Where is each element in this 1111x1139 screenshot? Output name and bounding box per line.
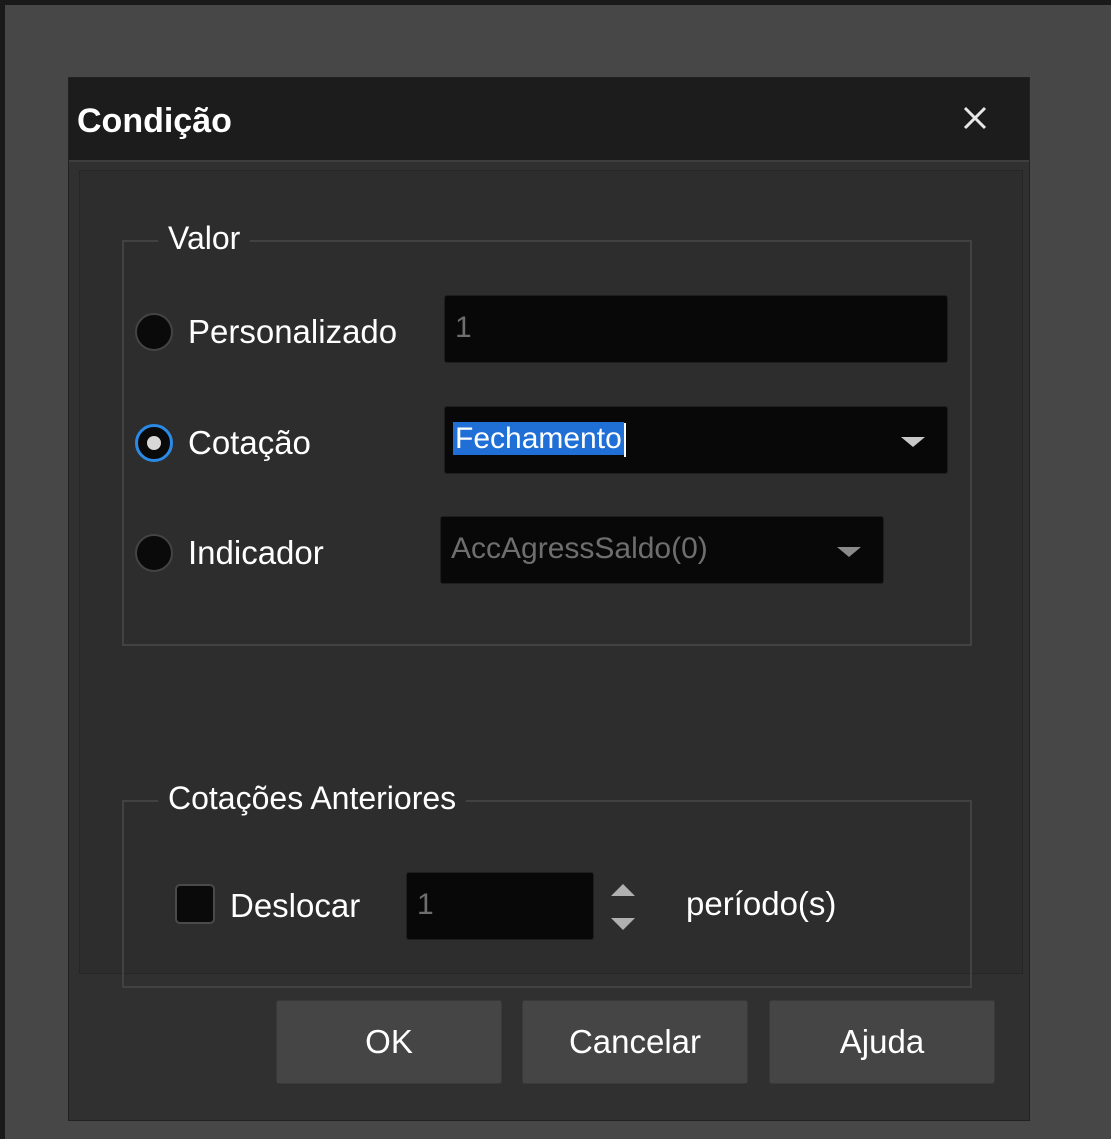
- cancel-button[interactable]: Cancelar: [522, 1000, 748, 1084]
- label-personalizado: Personalizado: [188, 313, 398, 350]
- help-button[interactable]: Ajuda: [769, 1000, 995, 1084]
- deslocar-label: Deslocar: [230, 887, 361, 924]
- valor-legend: Valor: [158, 220, 251, 256]
- periods-spinbox-input[interactable]: 1: [406, 872, 594, 940]
- valor-groupbox: Valor Personalizado 1 Cotação Fechamento…: [122, 220, 972, 646]
- close-button[interactable]: [957, 100, 993, 136]
- chevron-down-icon[interactable]: [837, 547, 861, 557]
- text-caret: [623, 423, 626, 458]
- chevron-down-icon[interactable]: [901, 437, 925, 447]
- periods-value: 1: [417, 888, 434, 921]
- cotacoes-anteriores-legend: Cotações Anteriores: [158, 780, 467, 816]
- condition-dialog: Condição Valor Personalizado 1 Cotação F…: [68, 77, 1030, 1121]
- dialog-title: Condição: [77, 102, 232, 140]
- indicador-select[interactable]: AccAgressSaldo(0): [440, 516, 884, 584]
- radio-personalizado[interactable]: [135, 313, 173, 351]
- spin-up-icon[interactable]: [611, 884, 635, 896]
- close-icon: [963, 106, 987, 130]
- dialog-content: Valor Personalizado 1 Cotação Fechamento…: [79, 170, 1023, 988]
- cotacao-selected-value: Fechamento: [453, 422, 624, 455]
- radio-cotacao[interactable]: [135, 424, 173, 462]
- deslocar-checkbox[interactable]: [175, 884, 215, 924]
- cotacao-selected-value-wrapper: Fechamento: [453, 421, 626, 458]
- indicador-selected-value: AccAgressSaldo(0): [451, 532, 708, 565]
- periods-suffix-label: período(s): [686, 885, 837, 922]
- personalizado-value: 1: [455, 311, 472, 344]
- desktop-background: Condição Valor Personalizado 1 Cotação F…: [5, 5, 1111, 1139]
- label-indicador: Indicador: [188, 534, 324, 571]
- spin-down-icon[interactable]: [611, 918, 635, 930]
- label-cotacao: Cotação: [188, 424, 311, 461]
- dialog-titlebar: Condição: [69, 78, 1029, 162]
- cotacao-select[interactable]: Fechamento: [444, 406, 948, 474]
- cotacoes-anteriores-groupbox: Cotações Anteriores Deslocar 1 período(s…: [122, 780, 972, 988]
- radio-indicador[interactable]: [135, 534, 173, 572]
- personalizado-input[interactable]: 1: [444, 295, 948, 363]
- ok-button[interactable]: OK: [276, 1000, 502, 1084]
